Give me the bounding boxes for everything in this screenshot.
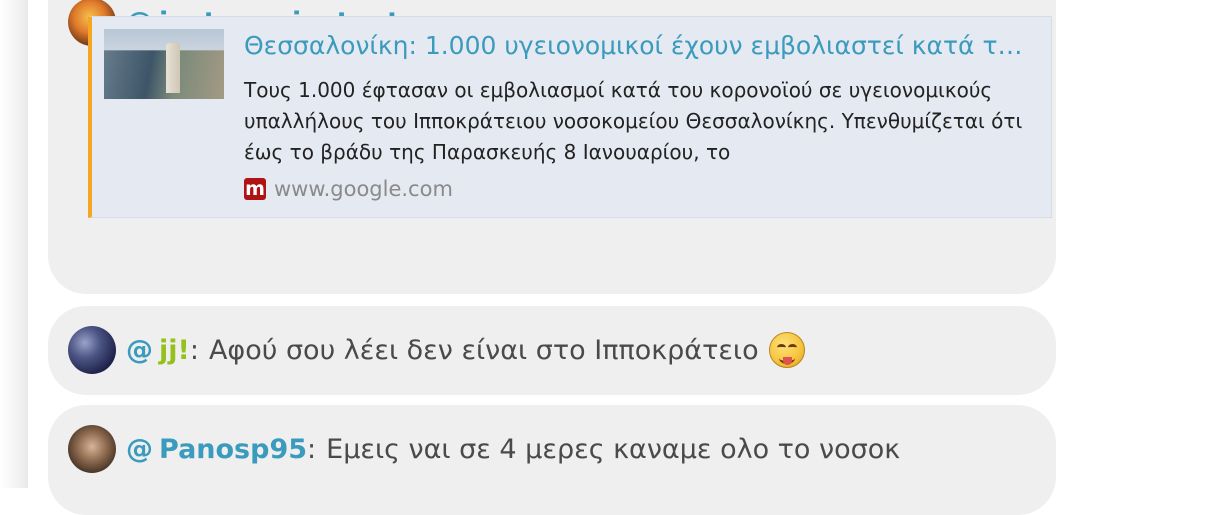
chat-message: @ jj! : Αφού σου λέει δεν είναι στο Ιππο… [48, 306, 1056, 395]
source-favicon-icon: m [244, 177, 266, 200]
source-domain: www.google.com [274, 177, 453, 201]
separator: : [307, 433, 317, 465]
message-text: Αφού σου λέει δεν είναι στο Ιπποκράτειο [208, 334, 759, 366]
message-line: @ jj! : Αφού σου λέει δεν είναι στο Ιππο… [68, 326, 805, 374]
chat-message: @ Panosp95 : Εμεις ναι σε 4 μερες καναμε… [48, 405, 1056, 515]
link-preview-card[interactable]: Θεσσαλονίκη: 1.000 υγειονομικοί έχουν εμ… [88, 16, 1052, 218]
message-text: Εμεις ναι σε 4 μερες καναμε ολο το νοσοκ [326, 433, 901, 465]
link-source[interactable]: m www.google.com [244, 177, 453, 201]
mention-at-icon: @ [126, 433, 153, 465]
separator: : [189, 334, 199, 366]
link-thumbnail[interactable] [104, 29, 224, 99]
white-tower-image [166, 43, 180, 93]
message-line: @ Panosp95 : Εμεις ναι σε 4 μερες καναμε… [68, 425, 900, 473]
mention-at-icon: @ [126, 334, 153, 366]
link-description: Τους 1.000 έφτασαν οι εμβολιασμοί κατά τ… [244, 78, 1023, 164]
avatar[interactable] [68, 425, 116, 473]
tongue-out-emoji-icon [768, 332, 805, 368]
chat-message: @ juste un instant : Θεσσαλονίκη: 1.000 … [48, 0, 1056, 294]
username-link[interactable]: jj! [159, 335, 190, 366]
link-title[interactable]: Θεσσαλονίκη: 1.000 υγειονομικοί έχουν εμ… [244, 31, 1034, 60]
sidebar-shadow [0, 0, 28, 488]
avatar[interactable] [68, 326, 116, 374]
username-link[interactable]: Panosp95 [159, 434, 307, 465]
chat-feed: @ juste un instant : Θεσσαλονίκη: 1.000 … [28, 0, 1210, 515]
